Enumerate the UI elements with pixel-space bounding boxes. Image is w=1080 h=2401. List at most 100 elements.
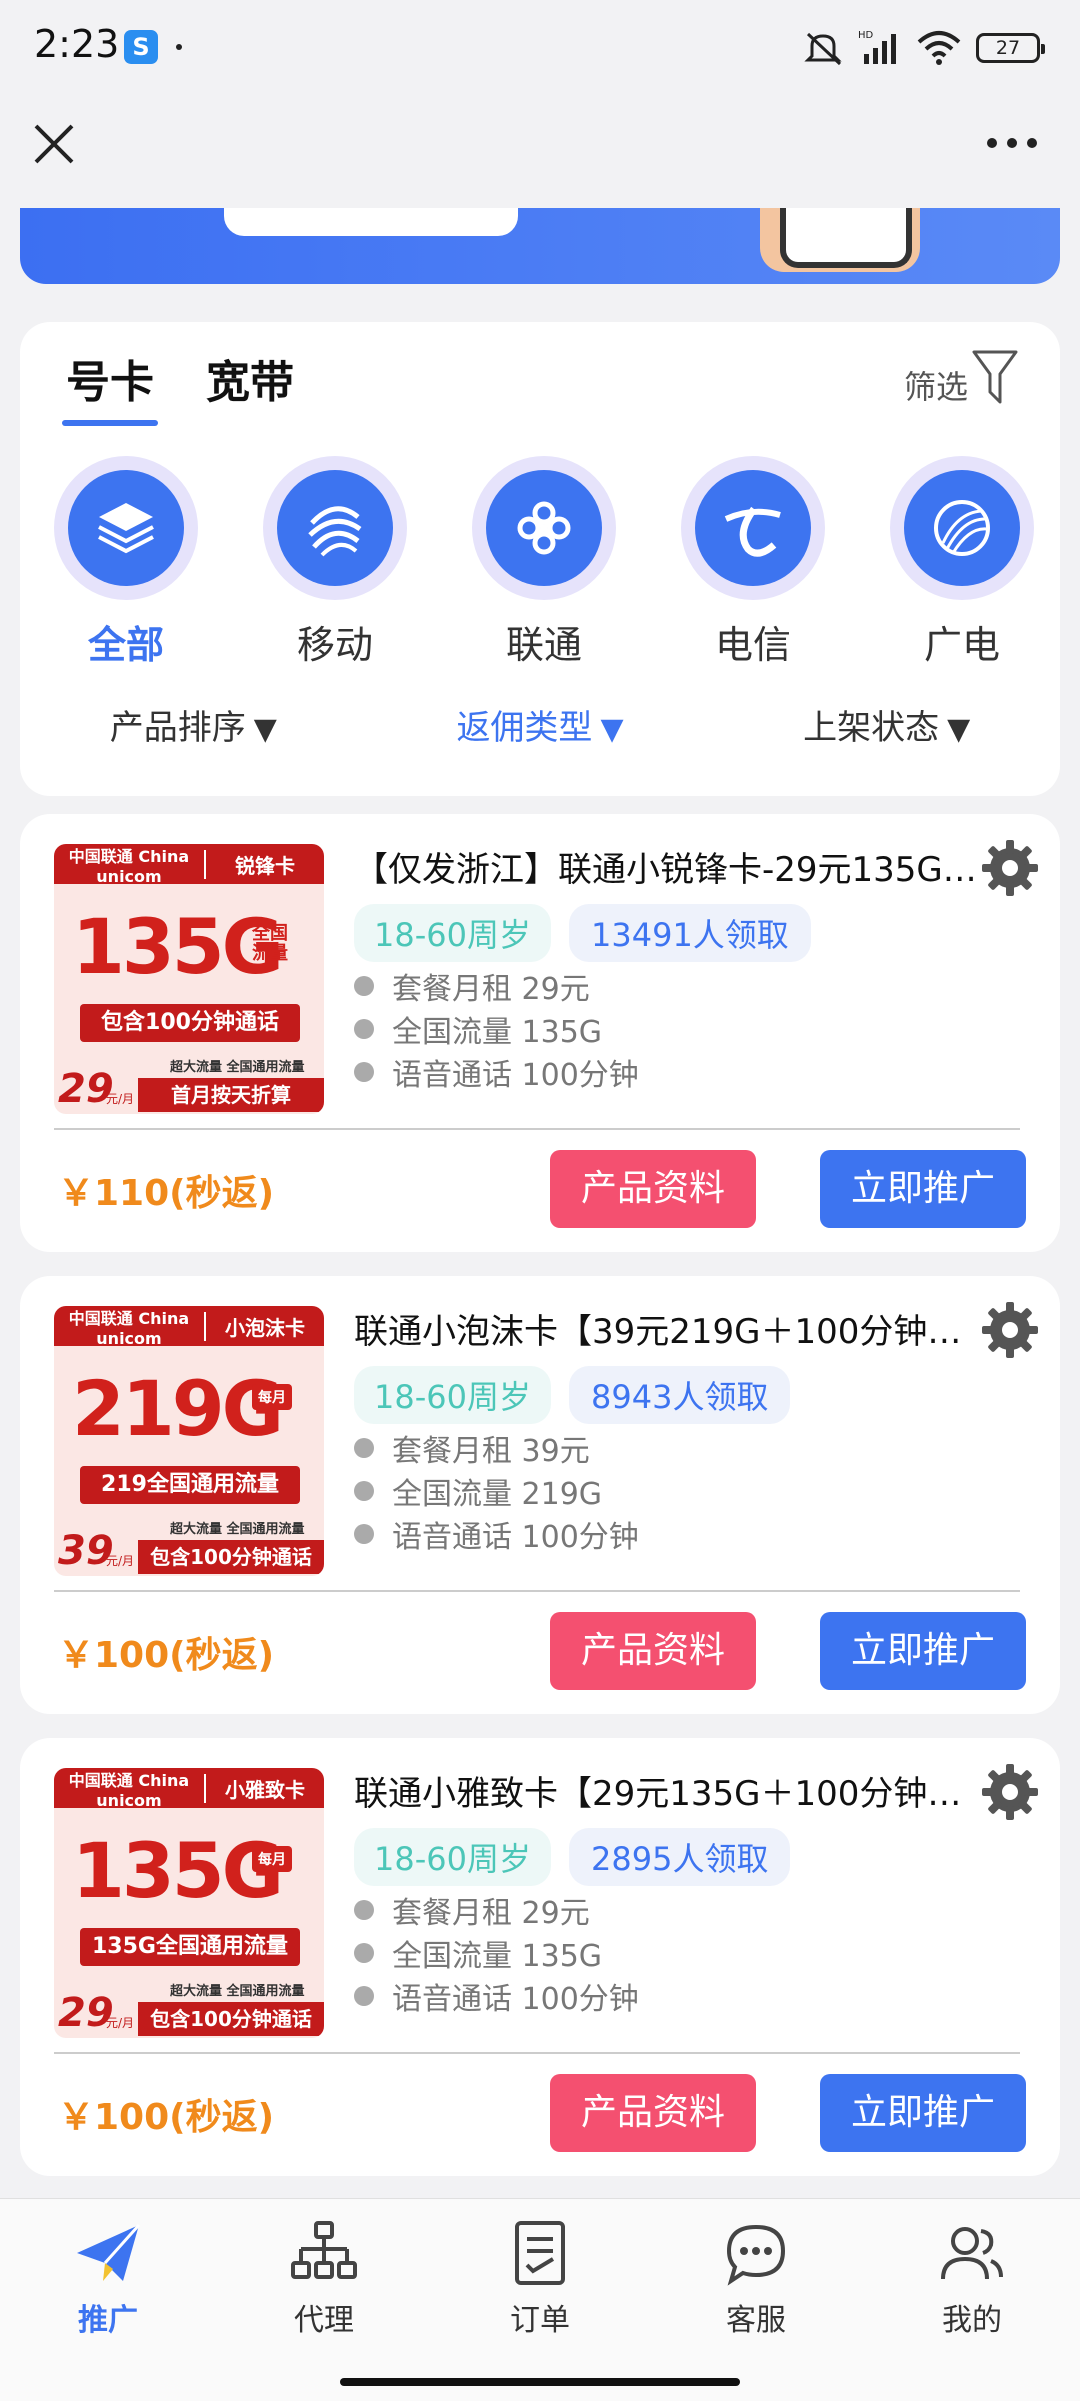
spec-item: 套餐月租 29元 <box>392 971 590 1007</box>
img-brand: 中国联通 China unicom <box>68 1308 190 1348</box>
battery-icon: 27 <box>976 33 1045 63</box>
promote-now-button[interactable]: 立即推广 <box>820 1150 1026 1228</box>
bullet-icon <box>354 1899 374 1920</box>
bullet-icon <box>354 1985 374 2006</box>
china-telecom-icon <box>724 506 781 557</box>
dropdown-triangle-icon: ▼ <box>947 712 971 747</box>
commission-price: ￥100(秒返) <box>58 1635 275 1676</box>
svg-text:HD: HD <box>858 30 874 41</box>
img-red-label: 包含100分钟通话 <box>138 1540 324 1574</box>
age-tag: 18-60周岁 <box>354 1828 551 1886</box>
product-card[interactable]: 中国联通 China unicom 锐锋卡 135G 全国 流量 包含100分钟通… <box>20 814 1060 1252</box>
banner-area <box>0 208 1080 286</box>
category-label: 全部 <box>87 623 164 667</box>
product-title[interactable]: 联通小雅致卡【29元135G＋100分钟通话】 <box>354 1766 978 1815</box>
product-specs: 套餐月租 39元 全国流量 219G 语音通话 100分钟 <box>354 1426 639 1555</box>
category-telecom[interactable]: 电信 <box>681 456 825 669</box>
bullet-icon <box>354 1061 374 1082</box>
sort-product-order[interactable]: 产品排序 ▼ <box>110 700 277 749</box>
gear-icon[interactable] <box>980 1762 1040 1822</box>
img-data-sub: 全国 流量 <box>252 923 288 964</box>
img-band: 135G全国通用流量 <box>80 1928 300 1966</box>
img-small-text: 超大流量 全国通用流量 <box>170 1060 305 1075</box>
wifi-icon <box>917 31 961 65</box>
promote-now-button[interactable]: 立即推广 <box>820 1612 1026 1690</box>
tab-active-indicator <box>62 420 158 426</box>
gear-icon[interactable] <box>980 838 1040 898</box>
signal-icon: HD <box>858 30 896 64</box>
nav-label: 我的 <box>942 2303 1002 2338</box>
img-brand: 中国联通 China unicom <box>68 846 190 886</box>
sort-bar: 产品排序 ▼ 返佣类型 ▼ 上架状态 ▼ <box>20 700 1060 749</box>
dropdown-triangle-icon: ▼ <box>253 712 277 747</box>
gear-icon[interactable] <box>980 1300 1040 1360</box>
img-data-amount: 135G <box>72 902 284 991</box>
status-time: 2:23 <box>34 22 120 66</box>
home-gesture-bar[interactable] <box>340 2378 740 2386</box>
claimed-count-tag: 13491人领取 <box>569 904 811 962</box>
product-specs: 套餐月租 29元 全国流量 135G 语音通话 100分钟 <box>354 964 639 1093</box>
product-card[interactable]: 中国联通 China unicom 小雅致卡 135G 每月 135G全国通用流量… <box>20 1738 1060 2176</box>
status-bar: 2:23 S HD 27 <box>0 0 1080 96</box>
product-image: 中国联通 China unicom 锐锋卡 135G 全国 流量 包含100分钟通… <box>54 844 324 1114</box>
filter-label: 筛选 <box>903 368 968 406</box>
nav-agent[interactable]: 代理 <box>216 2199 432 2358</box>
age-tag: 18-60周岁 <box>354 1366 551 1424</box>
nav-service[interactable]: 客服 <box>648 2199 864 2358</box>
img-unit: 元/月 <box>106 1092 135 1106</box>
img-band: 包含100分钟通话 <box>80 1004 300 1042</box>
img-data-amount: 135G <box>72 1826 284 1915</box>
tab-broadband[interactable]: 宽带 <box>206 346 294 410</box>
spec-item: 全国流量 219G <box>392 1476 603 1512</box>
product-card[interactable]: 中国联通 China unicom 小泡沫卡 219G 每月 219全国通用流量 … <box>20 1276 1060 1714</box>
product-title[interactable]: 联通小泡沫卡【39元219G＋100分钟通话】 <box>354 1304 978 1353</box>
img-band: 219全国通用流量 <box>80 1466 300 1504</box>
product-info-button[interactable]: 产品资料 <box>550 1612 756 1690</box>
spec-item: 全国流量 135G <box>392 1014 603 1050</box>
promo-banner[interactable] <box>20 208 1060 284</box>
mute-icon <box>804 32 842 66</box>
divider <box>54 1128 1020 1130</box>
claimed-count-tag: 8943人领取 <box>569 1366 791 1424</box>
img-monthly-tag: 每月 <box>252 1846 292 1872</box>
img-unit: 元/月 <box>106 1554 135 1568</box>
category-label: 广电 <box>923 623 1000 667</box>
more-icon[interactable] <box>984 132 1040 154</box>
users-icon <box>941 2227 1003 2280</box>
product-image: 中国联通 China unicom 小泡沫卡 219G 每月 219全国通用流量 … <box>54 1306 324 1576</box>
nav-promote[interactable]: 推广 <box>0 2199 216 2358</box>
spec-item: 语音通话 100分钟 <box>392 1981 639 2017</box>
product-info-button[interactable]: 产品资料 <box>550 2074 756 2152</box>
spec-item: 全国流量 135G <box>392 1938 603 1974</box>
spec-item: 套餐月租 29元 <box>392 1895 590 1931</box>
promote-now-button[interactable]: 立即推广 <box>820 2074 1026 2152</box>
category-unicom[interactable]: 联通 <box>472 456 616 669</box>
tab-sim-card[interactable]: 号卡 <box>66 346 154 410</box>
bullet-icon <box>354 1942 374 1963</box>
org-chart-icon <box>291 2221 357 2279</box>
bullet-icon <box>354 975 374 996</box>
filter-button[interactable]: 筛选 <box>904 348 1018 408</box>
sort-listing-status[interactable]: 上架状态 ▼ <box>803 700 970 749</box>
claimed-count-tag: 2895人领取 <box>569 1828 791 1886</box>
category-all[interactable]: 全部 <box>54 456 198 669</box>
nav-orders[interactable]: 订单 <box>432 2199 648 2358</box>
gesture-area <box>0 2358 1080 2401</box>
nav-label: 代理 <box>294 2303 354 2338</box>
spec-item: 语音通话 100分钟 <box>392 1519 639 1555</box>
product-info-button[interactable]: 产品资料 <box>550 1150 756 1228</box>
close-icon[interactable] <box>30 120 78 168</box>
carrier-categories: 全部 移动 联通 电信 广电 <box>54 456 1034 669</box>
product-title[interactable]: 【仅发浙江】联通小锐锋卡-29元135G全国流量+100分钟通话 <box>354 842 978 891</box>
product-specs: 套餐月租 29元 全国流量 135G 语音通话 100分钟 <box>354 1888 639 2017</box>
sort-commission-type[interactable]: 返佣类型 ▼ <box>456 700 623 749</box>
nav-label: 推广 <box>78 2303 138 2338</box>
chat-bubble-icon <box>726 2224 786 2286</box>
sort-label: 上架状态 <box>803 708 940 748</box>
bullet-icon <box>354 1523 374 1544</box>
nav-mine[interactable]: 我的 <box>864 2199 1080 2358</box>
img-monthly-tag: 每月 <box>252 1384 292 1410</box>
sort-label: 返佣类型 <box>456 708 593 748</box>
category-broadnet[interactable]: 广电 <box>890 456 1034 669</box>
category-mobile[interactable]: 移动 <box>263 456 407 669</box>
